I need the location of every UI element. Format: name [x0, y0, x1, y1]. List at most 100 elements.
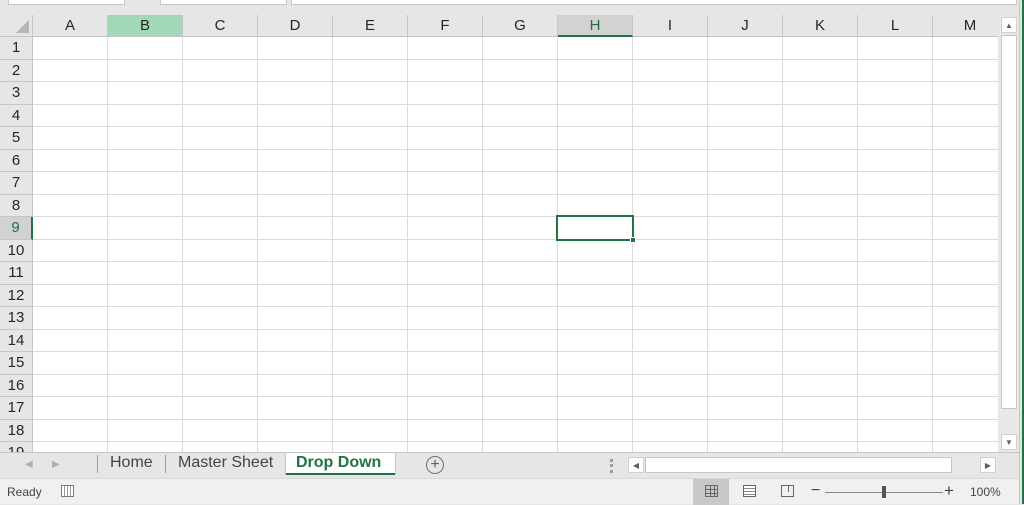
row-header-9[interactable]: 9 [0, 217, 33, 240]
row-gridline [33, 306, 998, 307]
formula-controls[interactable] [160, 0, 287, 5]
tab-splitter-handle[interactable] [610, 459, 613, 473]
tab-drop-down[interactable]: Drop Down [286, 453, 395, 475]
row-gridline [33, 328, 998, 330]
row-header-17[interactable]: 17 [0, 397, 33, 420]
tab-divider [97, 455, 98, 473]
column-header-h[interactable]: H [558, 15, 633, 37]
row-header-12[interactable]: 12 [0, 284, 33, 307]
formula-input[interactable] [291, 0, 1017, 5]
scroll-down-button[interactable]: ▼ [1001, 434, 1017, 450]
status-text: Ready [7, 485, 42, 499]
column-gridline [782, 37, 783, 452]
zoom-slider-thumb[interactable] [882, 486, 886, 498]
row-gridline [33, 58, 998, 60]
page-break-preview-icon [780, 485, 794, 497]
column-gridline [482, 37, 483, 452]
column-gridline [257, 37, 258, 452]
row-header-1[interactable]: 1 [0, 37, 33, 60]
row-gridline [33, 261, 998, 262]
row-header-19[interactable]: 19 [0, 442, 33, 452]
row-gridline [33, 396, 998, 397]
vertical-scrollbar[interactable]: ▲ ▼ [999, 15, 1019, 452]
row-header-7[interactable]: 7 [0, 172, 33, 195]
row-gridline [33, 283, 998, 285]
horizontal-scroll-thumb[interactable] [645, 457, 952, 473]
column-gridline [332, 37, 333, 452]
column-header-a[interactable]: A [33, 15, 108, 37]
page-layout-icon [742, 485, 756, 497]
row-gridline [33, 418, 998, 420]
row-gridline [33, 351, 998, 352]
row-header-5[interactable]: 5 [0, 127, 33, 150]
column-gridline [557, 37, 558, 452]
normal-view-icon [704, 485, 718, 497]
row-header-14[interactable]: 14 [0, 329, 33, 352]
column-gridline [932, 37, 933, 452]
column-gridline [407, 37, 408, 452]
formula-bar-area [0, 0, 1024, 15]
column-gridline [707, 37, 708, 452]
row-header-10[interactable]: 10 [0, 239, 33, 262]
tab-home[interactable]: Home [100, 453, 163, 475]
row-header-3[interactable]: 3 [0, 82, 33, 105]
row-header-13[interactable]: 13 [0, 307, 33, 330]
sheet-tab-bar: ◀ ▶ Home Master Sheet Drop Down + ◀ ▶ [0, 452, 1019, 478]
zoom-out-button[interactable]: − [811, 482, 820, 500]
zoom-level[interactable]: 100% [970, 485, 1001, 499]
page-break-preview-button[interactable] [769, 479, 805, 505]
row-gridline [33, 441, 998, 442]
column-header-l[interactable]: L [858, 15, 933, 37]
row-gridline [33, 171, 998, 172]
vertical-scroll-thumb[interactable] [1001, 35, 1017, 409]
column-header-j[interactable]: J [708, 15, 783, 37]
tab-divider [165, 455, 166, 473]
row-header-16[interactable]: 16 [0, 374, 33, 397]
column-header-e[interactable]: E [333, 15, 408, 37]
normal-view-button[interactable] [693, 479, 729, 505]
name-box[interactable] [8, 0, 125, 5]
row-gridline [33, 193, 998, 195]
column-header-k[interactable]: K [783, 15, 858, 37]
row-gridline [33, 81, 998, 82]
row-header-2[interactable]: 2 [0, 59, 33, 82]
horizontal-scrollbar[interactable]: ◀ ▶ [627, 456, 998, 474]
page-layout-button[interactable] [731, 479, 767, 505]
row-header-4[interactable]: 4 [0, 104, 33, 127]
row-header-18[interactable]: 18 [0, 419, 33, 442]
row-header-15[interactable]: 15 [0, 352, 33, 375]
scroll-right-button[interactable]: ▶ [980, 457, 996, 473]
scroll-left-button[interactable]: ◀ [628, 457, 644, 473]
column-header-g[interactable]: G [483, 15, 558, 37]
fill-handle[interactable] [630, 236, 636, 243]
tab-master-sheet[interactable]: Master Sheet [168, 453, 283, 475]
chevron-left-icon[interactable]: ◀ [25, 459, 33, 470]
spreadsheet-grid[interactable]: A B C D E F G H I J K L M 1 2 3 4 5 6 7 8 9 10 11 12 13 14 15 16 17 18… [0, 15, 998, 452]
row-header-8[interactable]: 8 [0, 194, 33, 217]
macro-recording-icon[interactable] [61, 485, 74, 497]
column-header-c[interactable]: C [183, 15, 258, 37]
column-gridline [182, 37, 183, 452]
plus-circle-icon[interactable]: + [426, 456, 444, 474]
zoom-in-button[interactable]: + [944, 481, 954, 501]
active-cell-selection[interactable] [556, 215, 636, 243]
column-header-m[interactable]: M [933, 15, 998, 37]
row-gridline [33, 103, 998, 105]
select-all-button[interactable] [0, 15, 33, 37]
row-header-6[interactable]: 6 [0, 149, 33, 172]
scroll-up-button[interactable]: ▲ [1001, 17, 1017, 33]
column-header-d[interactable]: D [258, 15, 333, 37]
column-gridline [107, 37, 108, 452]
row-gridline [33, 126, 998, 127]
row-header-11[interactable]: 11 [0, 262, 33, 285]
row-gridline [33, 373, 998, 375]
column-gridline [857, 37, 858, 452]
chevron-right-icon[interactable]: ▶ [52, 459, 60, 470]
column-header-f[interactable]: F [408, 15, 483, 37]
row-gridline [33, 238, 998, 240]
row-gridline [33, 148, 998, 150]
column-header-b[interactable]: B [108, 15, 183, 37]
status-bar: Ready − + 100% [0, 478, 1019, 505]
column-gridline [632, 37, 633, 452]
column-header-i[interactable]: I [633, 15, 708, 37]
